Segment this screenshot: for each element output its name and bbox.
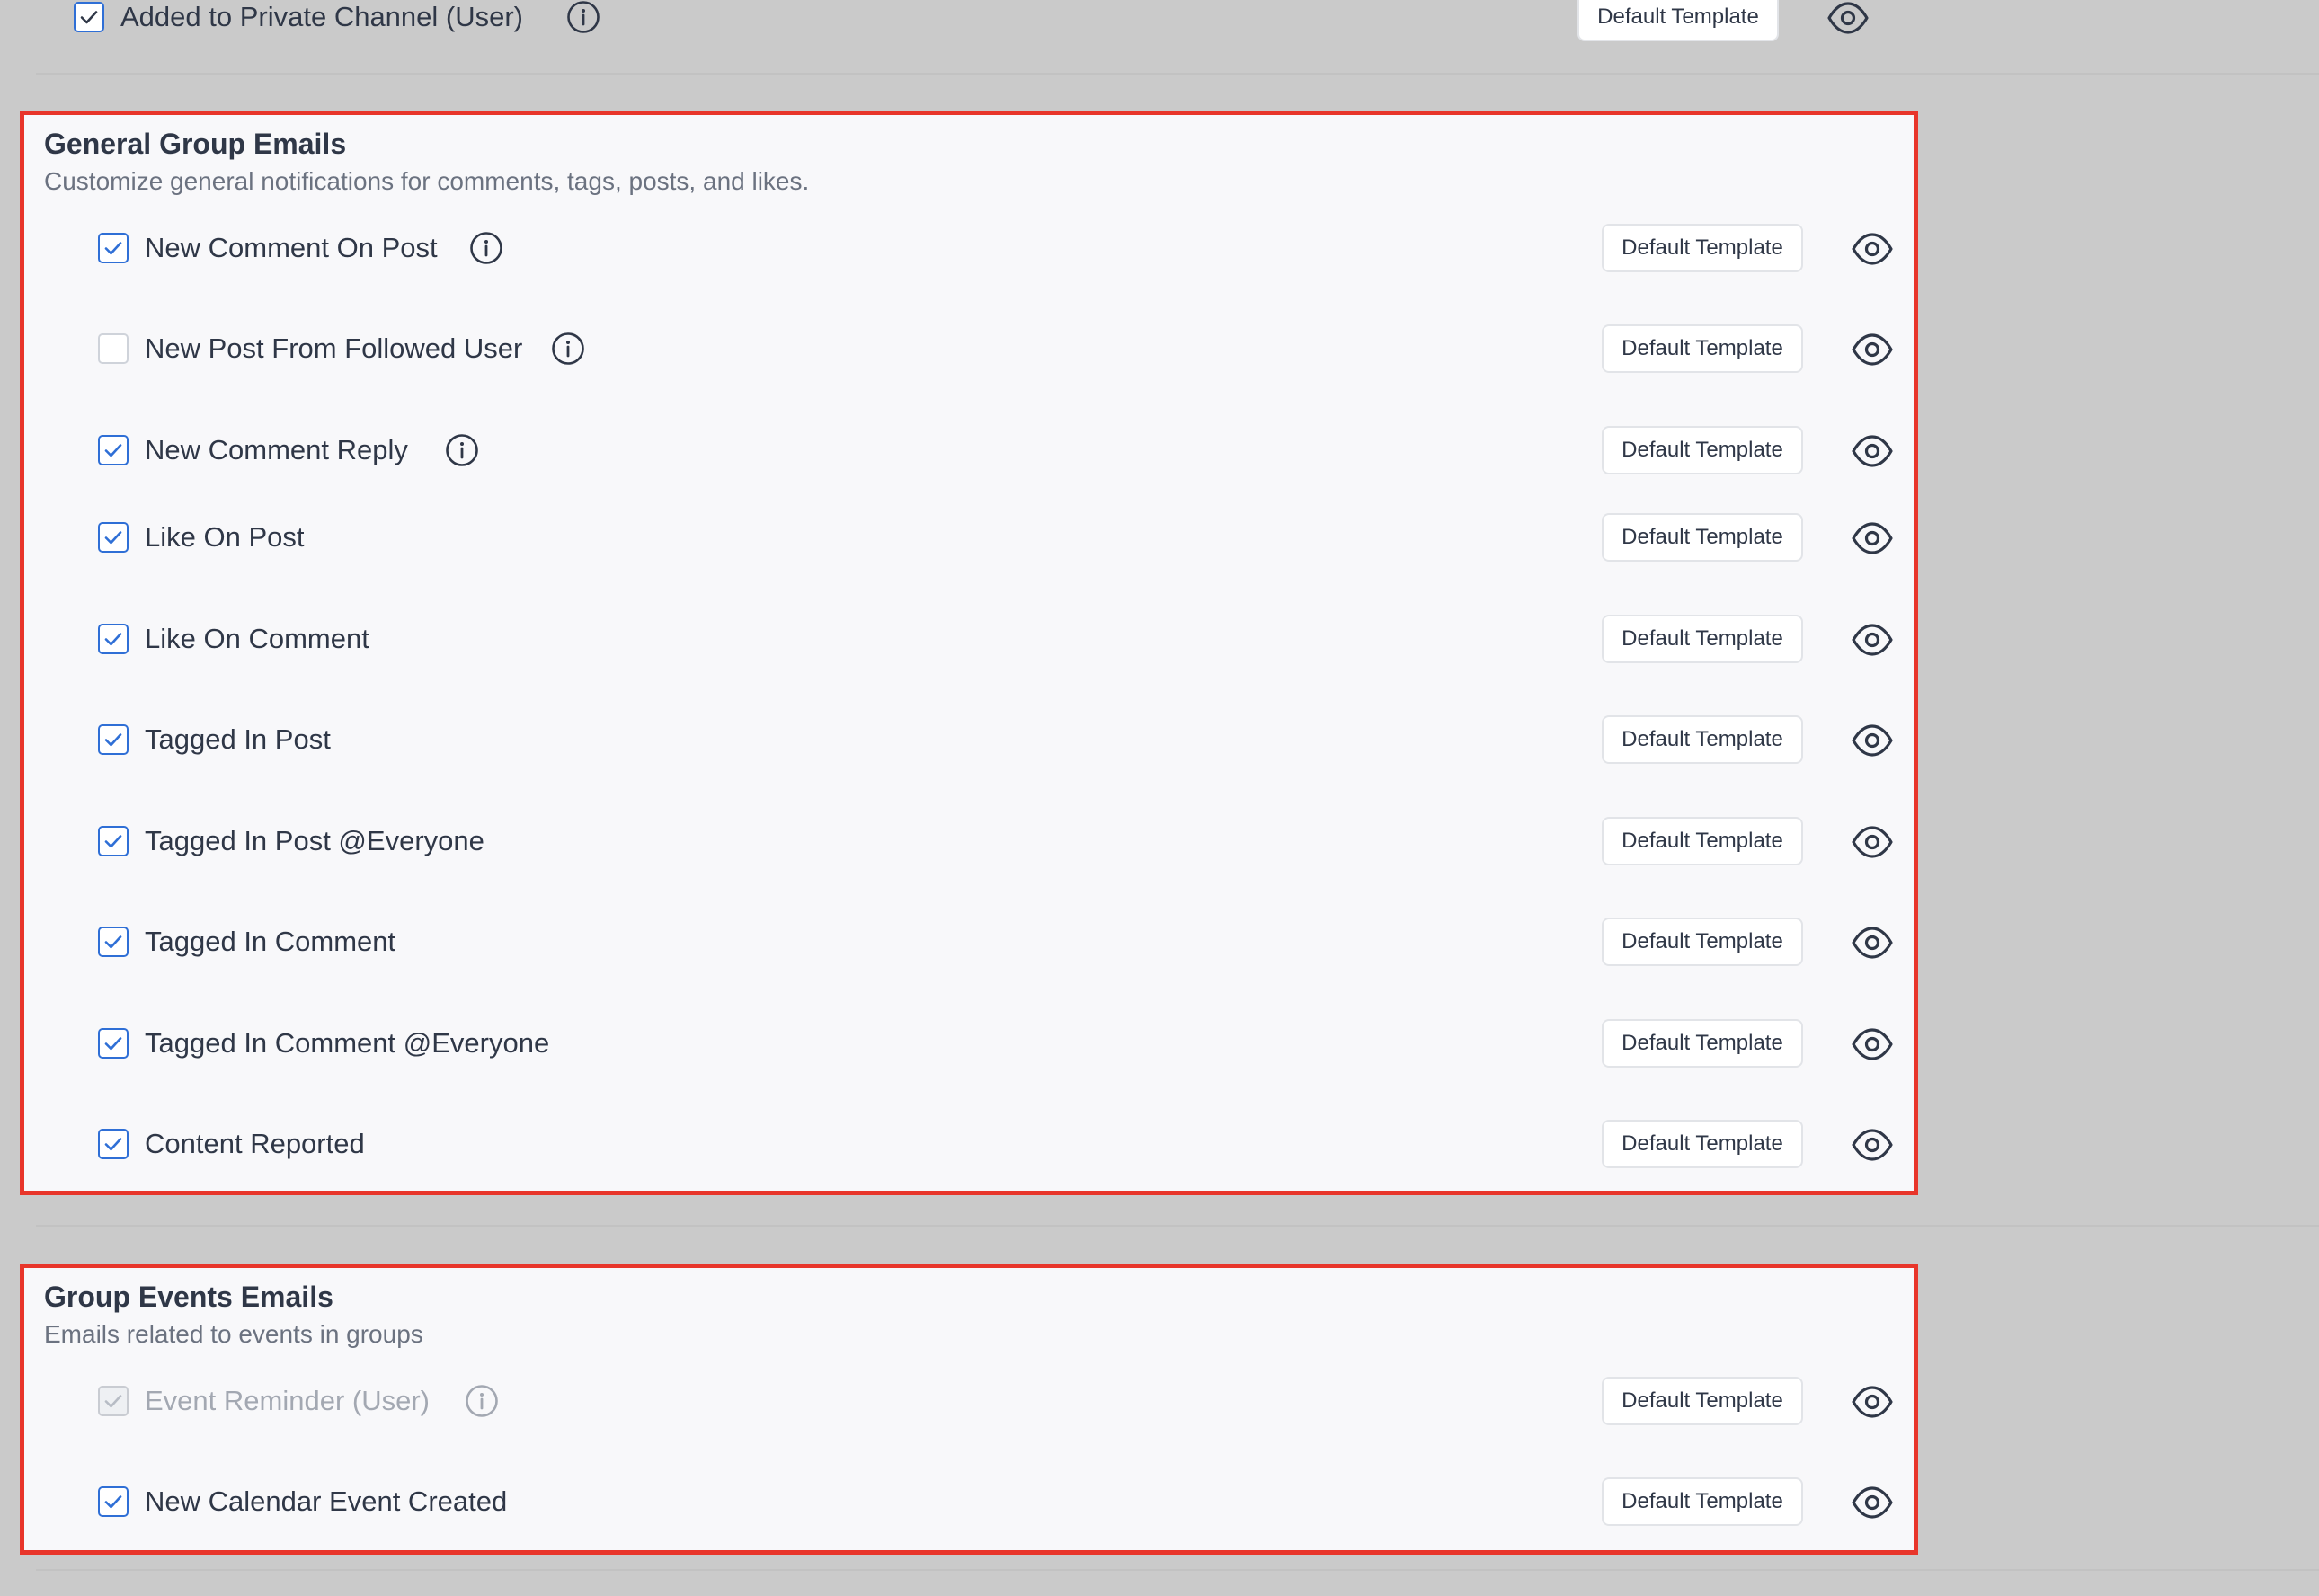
- row-checkbox[interactable]: [98, 1028, 129, 1059]
- row-label: Event Reminder (User): [145, 1385, 430, 1416]
- email-setting-row: Tagged In Comment @Everyone Default Templ…: [24, 1012, 1914, 1077]
- row-label: Tagged In Comment @Everyone: [145, 1027, 550, 1059]
- check-icon: [104, 1495, 122, 1509]
- row-label: New Post From Followed User: [145, 332, 523, 364]
- info-circle-icon[interactable]: [464, 1383, 500, 1419]
- row-checkbox[interactable]: [98, 1486, 129, 1517]
- default-template-button[interactable]: Default Template: [1602, 1120, 1803, 1168]
- default-template-button[interactable]: Default Template: [1602, 1019, 1803, 1068]
- email-setting-row: New Calendar Event Created Default Templa…: [24, 1470, 1914, 1535]
- email-setting-row: Like On Post Default Template: [24, 506, 1914, 571]
- row-label: Added to Private Channel (User): [120, 1, 524, 32]
- row-label: New Comment On Post: [145, 232, 438, 263]
- check-icon: [104, 633, 122, 646]
- email-setting-row: New Comment Reply Default Template: [24, 419, 1914, 483]
- check-icon: [104, 935, 122, 949]
- email-setting-row: New Post From Followed User Default Templ…: [24, 317, 1914, 382]
- eye-icon[interactable]: [1851, 1483, 1894, 1522]
- default-template-button[interactable]: Default Template: [1577, 0, 1779, 41]
- row-checkbox[interactable]: [98, 826, 129, 856]
- page-canvas: Added to Private Channel (User) Default …: [0, 0, 2319, 1596]
- default-template-button[interactable]: Default Template: [1602, 615, 1803, 663]
- eye-icon[interactable]: [1851, 822, 1894, 862]
- check-icon: [104, 531, 122, 545]
- row-checkbox[interactable]: [98, 927, 129, 957]
- check-icon: [104, 1395, 122, 1408]
- check-icon: [104, 242, 122, 255]
- info-circle-icon[interactable]: [444, 432, 480, 468]
- info-circle-icon[interactable]: [468, 230, 504, 266]
- check-icon: [80, 11, 98, 24]
- row-checkbox[interactable]: [74, 2, 104, 32]
- default-template-button[interactable]: Default Template: [1602, 817, 1803, 865]
- general-group-emails-section: General Group Emails Customize general n…: [20, 111, 1918, 1195]
- eye-icon[interactable]: [1851, 1024, 1894, 1064]
- email-setting-row: New Comment On Post Default Template: [24, 217, 1914, 281]
- email-setting-row: Added to Private Channel (User) Default …: [0, 0, 1889, 50]
- row-checkbox[interactable]: [98, 1129, 129, 1159]
- section-divider: [36, 1225, 2319, 1227]
- default-template-button[interactable]: Default Template: [1602, 513, 1803, 562]
- eye-icon[interactable]: [1851, 431, 1894, 471]
- row-label: Tagged In Post @Everyone: [145, 825, 484, 856]
- default-template-button[interactable]: Default Template: [1602, 426, 1803, 474]
- default-template-button[interactable]: Default Template: [1602, 324, 1803, 373]
- eye-icon[interactable]: [1851, 229, 1894, 269]
- row-checkbox[interactable]: [98, 624, 129, 654]
- section-subtitle: Customize general notifications for comm…: [44, 167, 810, 195]
- default-template-button[interactable]: Default Template: [1602, 224, 1803, 272]
- row-checkbox[interactable]: [98, 522, 129, 553]
- eye-icon[interactable]: [1851, 620, 1894, 660]
- section-subtitle: Emails related to events in groups: [44, 1320, 423, 1348]
- email-setting-row: Like On Comment Default Template: [24, 607, 1914, 672]
- top-partial-row: Added to Private Channel (User) Default …: [0, 0, 2319, 70]
- info-circle-icon[interactable]: [550, 331, 586, 367]
- check-icon: [104, 1037, 122, 1051]
- group-events-emails-section: Group Events Emails Emails related to ev…: [20, 1264, 1918, 1555]
- row-label: Like On Post: [145, 521, 305, 553]
- row-label: New Comment Reply: [145, 434, 408, 466]
- default-template-button[interactable]: Default Template: [1602, 1477, 1803, 1526]
- section-divider: [36, 73, 2319, 75]
- email-setting-row: Tagged In Post @Everyone Default Template: [24, 810, 1914, 874]
- default-template-button[interactable]: Default Template: [1602, 918, 1803, 966]
- row-checkbox[interactable]: [98, 724, 129, 755]
- row-label: New Calendar Event Created: [145, 1485, 508, 1517]
- section-title: General Group Emails: [44, 128, 347, 160]
- info-circle-icon[interactable]: [565, 0, 601, 35]
- eye-icon[interactable]: [1851, 923, 1894, 962]
- eye-icon[interactable]: [1851, 1382, 1894, 1422]
- row-label: Tagged In Post: [145, 723, 331, 755]
- row-checkbox[interactable]: [98, 233, 129, 263]
- eye-icon[interactable]: [1851, 1125, 1894, 1165]
- eye-icon[interactable]: [1826, 0, 1870, 38]
- check-icon: [104, 835, 122, 848]
- section-title: Group Events Emails: [44, 1281, 333, 1313]
- row-checkbox: [98, 1386, 129, 1416]
- email-setting-row: Event Reminder (User) Default Template: [24, 1370, 1914, 1434]
- default-template-button[interactable]: Default Template: [1602, 715, 1803, 764]
- row-label: Like On Comment: [145, 623, 369, 654]
- eye-icon[interactable]: [1851, 330, 1894, 369]
- email-setting-row: Tagged In Post Default Template: [24, 708, 1914, 773]
- row-checkbox[interactable]: [98, 333, 129, 364]
- row-label: Content Reported: [145, 1128, 365, 1159]
- email-setting-row: Content Reported Default Template: [24, 1113, 1914, 1177]
- row-checkbox[interactable]: [98, 435, 129, 466]
- section-divider: [36, 1569, 2319, 1571]
- email-setting-row: Tagged In Comment Default Template: [24, 910, 1914, 975]
- eye-icon[interactable]: [1851, 721, 1894, 760]
- default-template-button[interactable]: Default Template: [1602, 1377, 1803, 1425]
- eye-icon[interactable]: [1851, 519, 1894, 558]
- row-label: Tagged In Comment: [145, 926, 396, 957]
- check-icon: [104, 1138, 122, 1151]
- check-icon: [104, 733, 122, 747]
- check-icon: [104, 444, 122, 457]
